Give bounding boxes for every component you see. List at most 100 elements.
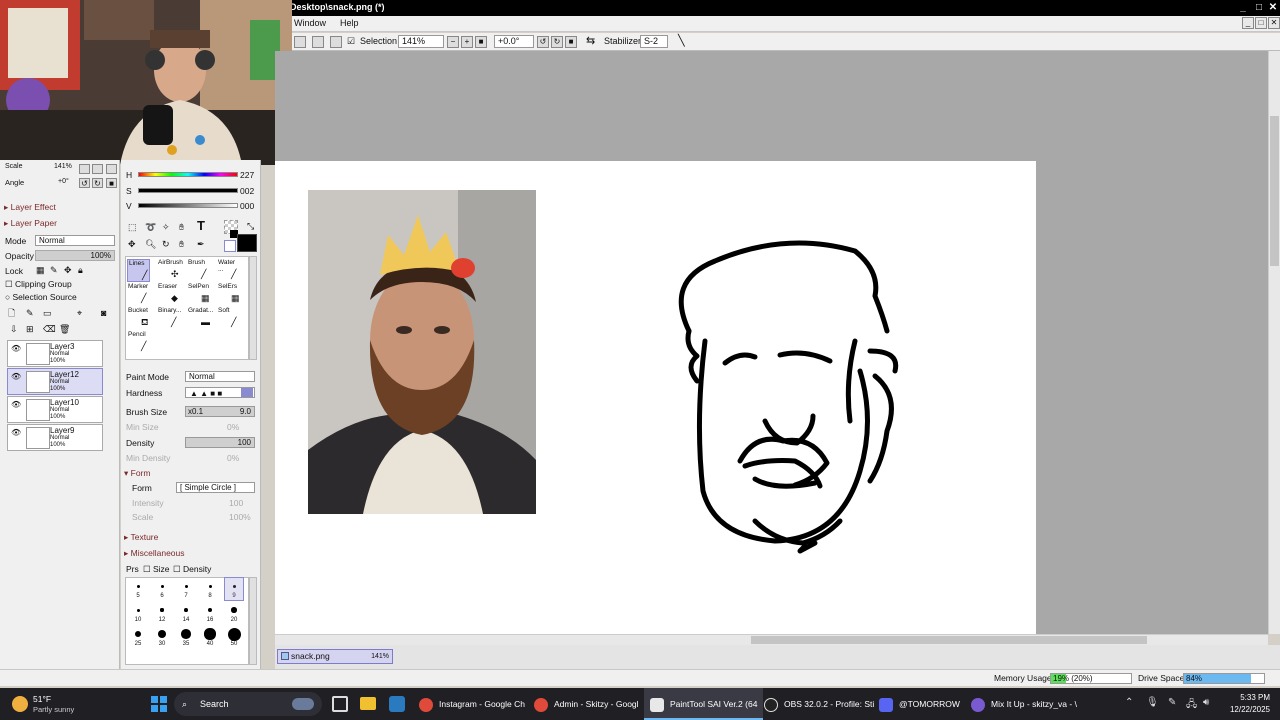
rotation-select[interactable]: +0.0° [494,35,534,48]
visibility-eye-icon[interactable]: 👁︎ [11,344,21,353]
brush-size-dot[interactable] [181,629,191,639]
brush-size-dot[interactable] [184,584,188,588]
brush-airbrush[interactable]: AirBrush ✣ [157,259,183,282]
brush-binary[interactable]: Binary... ╱ [157,307,181,330]
weather-description[interactable]: Partly sunny [33,705,74,714]
rotate-right-button[interactable]: ↻ [551,36,563,48]
volume-icon[interactable]: 🔊︎ [1203,697,1209,708]
maximize-button[interactable]: □ [1252,1,1266,15]
clear-layer-icon[interactable]: ⌫ [43,323,56,336]
lock-move-icon[interactable]: ✥ [64,264,72,277]
new-linework-layer-icon[interactable]: ✎ [26,307,34,320]
brush-bucket[interactable]: Bucket ⛾ [127,307,150,330]
stabilizer-select[interactable]: S-2 [640,35,668,48]
hand-icon[interactable]: ✋︎ [179,221,184,234]
background-color-swatch[interactable] [224,240,236,252]
store-icon[interactable] [389,696,405,712]
taskbar-app-chrome-admin[interactable]: Admin - Skitzy - Googl [534,688,639,720]
file-explorer-icon[interactable] [360,697,376,710]
selection-source-checkbox[interactable]: ○ Selection Source [5,292,77,302]
brush-size-dot[interactable] [157,629,167,639]
hand-scroll-icon[interactable]: ✋︎ [179,238,184,251]
brush-size-dot[interactable] [160,608,164,612]
density-pressure-checkbox[interactable]: ☐ Density [173,564,211,575]
nav-rotate-right-button[interactable]: ↻ [92,178,103,188]
menu-help[interactable]: Help [340,18,359,28]
nav-zoom-reset-button[interactable] [106,164,117,174]
delete-layer-icon[interactable]: 🗑︎ [59,323,70,336]
brush-selpen[interactable]: SelPen ▦ [187,283,210,306]
brush-size-scrollbar[interactable] [249,577,257,665]
brush-size-dot[interactable] [136,584,140,588]
layer-item[interactable]: 👁︎ Layer9 Normal 100% [7,424,103,451]
eyedropper-icon[interactable]: ✒ [197,238,205,251]
brush-brush[interactable]: Brush ╱ [187,259,210,282]
document-tab[interactable]: snack.png 141% [277,649,393,664]
zoom-out-button[interactable]: − [447,36,459,48]
clipping-group-checkbox[interactable]: ☐ Clipping Group [5,279,72,290]
visibility-eye-icon[interactable]: 👁︎ [11,428,21,437]
close-button[interactable]: ✕ [1266,1,1280,15]
brush-lines[interactable]: Lines ╱ [127,259,150,282]
density-slider[interactable]: 100 [185,437,255,448]
lasso-icon[interactable]: ➰ [145,221,156,234]
magic-wand-icon[interactable]: ✧ [162,221,170,234]
new-layer-icon[interactable]: 🗋︎ [8,307,15,320]
rect-select-icon[interactable]: ⬚ [128,221,137,234]
brush-size-slider[interactable]: x0.1 9.0 [185,406,255,417]
brush-size-dot[interactable] [231,607,237,613]
form-section[interactable]: ▾ Form [124,468,150,479]
layer-mask-icon[interactable]: ◙ [101,307,106,320]
nav-rotate-left-button[interactable]: ↺ [79,178,90,188]
zoom-in-button[interactable]: + [461,36,473,48]
text-tool-icon[interactable]: T [197,219,205,232]
hardness-selector[interactable]: ▲ ▲ ■ ■ [185,387,255,398]
transfer-down-icon[interactable]: ⇩ [10,323,18,336]
nav-zoom-in-button[interactable] [92,164,103,174]
opacity-slider[interactable]: 100% [35,250,115,261]
vertical-scroll-thumb[interactable] [1270,116,1279,266]
foreground-color-swatch[interactable] [237,234,257,252]
flip-horizontal-icon[interactable]: ⇆ [586,35,595,48]
move-icon[interactable]: ✥ [128,238,136,251]
clock-date[interactable]: 12/22/2025 [1214,705,1270,714]
show-selection-button[interactable] [330,36,342,48]
rotate-left-button[interactable]: ↺ [537,36,549,48]
deselect-button[interactable] [294,36,306,48]
pressure-line-icon[interactable]: ╲ [678,35,685,48]
brush-size-dot[interactable] [207,607,213,613]
brush-size-dot[interactable] [227,627,241,641]
layer-item[interactable]: 👁︎ Layer10 Normal 100% [7,396,103,423]
visibility-eye-icon[interactable]: 👁︎ [11,372,21,381]
zoom-select[interactable]: 141% [398,35,444,48]
layer-effect-section[interactable]: ▸ Layer Effect [4,202,56,213]
brush-pencil[interactable]: Pencil ╱ [127,331,150,354]
texture-section[interactable]: ▸ Texture [124,532,158,543]
windows-start-icon[interactable] [151,696,167,712]
rotate-icon[interactable]: ↻ [162,238,170,251]
invert-selection-button[interactable] [312,36,324,48]
brush-size-dot[interactable] [136,608,140,612]
weather-temp[interactable]: 51°F [33,694,51,704]
canvas-area[interactable] [275,51,1268,634]
vertical-scrollbar[interactable] [1268,51,1280,634]
layer-to-selection-icon[interactable]: ⌖ [77,307,82,320]
layer-item-selected[interactable]: 👁︎ Layer12 Normal 100% [7,368,103,395]
brush-size-dot[interactable] [134,630,142,638]
taskbar-app-discord[interactable]: @TOMORROW [879,688,960,720]
microphone-icon[interactable]: 🎙︎ [1146,697,1159,708]
misc-section[interactable]: ▸ Miscellaneous [124,548,185,559]
task-view-icon[interactable] [332,696,348,712]
minimize-button[interactable]: _ [1236,1,1250,15]
merge-down-icon[interactable]: ⊞ [26,323,34,336]
taskbar-search[interactable]: ⌕ Search [174,692,322,716]
paint-mode-select[interactable]: Normal [185,371,255,382]
hue-slider[interactable] [138,172,238,177]
taskbar-app-obs[interactable]: OBS 32.0.2 - Profile: Sti [764,688,874,720]
taskbar-app-chrome-instagram[interactable]: Instagram - Google Ch [419,688,525,720]
selection-toggle-icon[interactable]: ☑ [347,35,355,48]
swap-colors-icon[interactable]: ⤡ [247,220,254,233]
canvas-paper[interactable] [275,161,1036,634]
nav-zoom-out-button[interactable] [79,164,90,174]
saturation-slider[interactable] [138,188,238,193]
